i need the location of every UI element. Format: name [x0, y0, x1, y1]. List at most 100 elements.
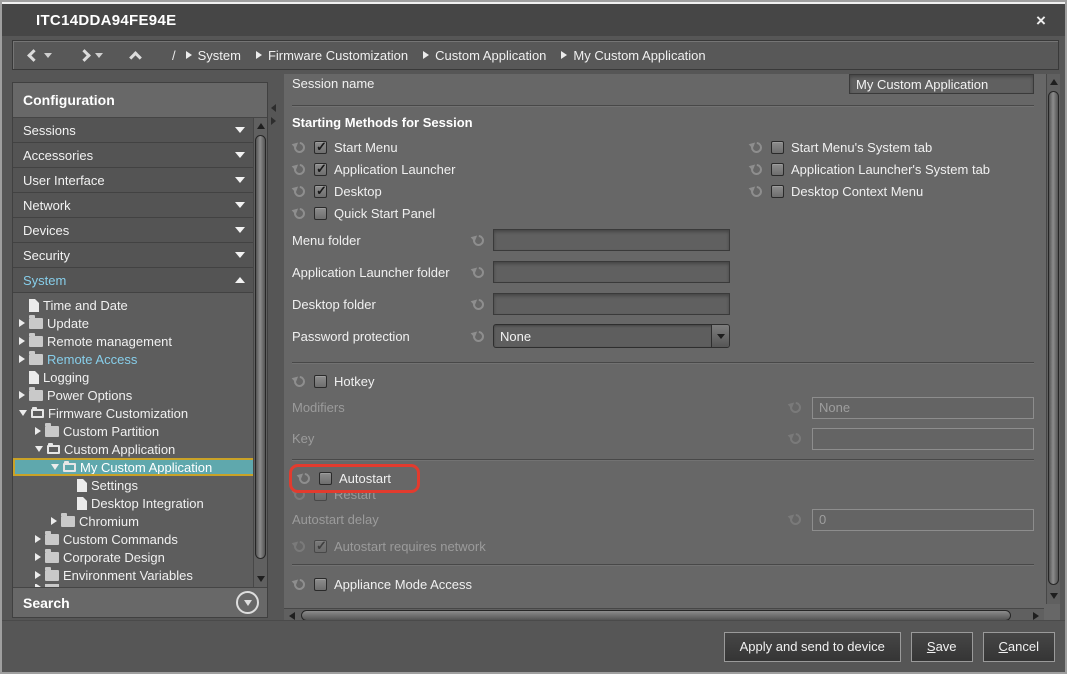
tree-item-remote-access[interactable]: Remote Access [13, 350, 267, 368]
scroll-up-icon[interactable] [1047, 75, 1061, 89]
cancel-button[interactable]: Cancel [983, 632, 1055, 662]
reset-to-default-icon[interactable] [292, 162, 307, 177]
collapse-left-icon[interactable] [271, 104, 276, 112]
field-password-protection: Password protection None [292, 320, 1034, 352]
expander-icon[interactable] [35, 535, 41, 543]
menu-folder-input[interactable] [493, 229, 730, 251]
tree-item-chromium[interactable]: Chromium [13, 512, 267, 530]
reset-to-default-icon[interactable] [292, 206, 307, 221]
up-button[interactable] [131, 49, 140, 62]
close-icon[interactable]: × [1031, 11, 1051, 31]
hotkey-checkbox[interactable] [314, 375, 327, 388]
tree-item-logging[interactable]: Logging [13, 368, 267, 386]
chevron-down-icon[interactable] [711, 325, 729, 347]
application-launcher-s-system-tab-checkbox[interactable] [771, 163, 784, 176]
sidebar-section-security[interactable]: Security [13, 243, 267, 268]
forward-button[interactable] [80, 51, 89, 60]
back-button[interactable] [25, 51, 38, 60]
scrollbar-thumb[interactable] [1048, 91, 1059, 585]
tree-item-my-custom-application[interactable]: My Custom Application [13, 458, 267, 476]
tree-item-environment-variables[interactable]: Environment Variables [13, 566, 267, 584]
collapse-icon[interactable] [51, 464, 59, 470]
start-menu-s-system-tab-checkbox[interactable] [771, 141, 784, 154]
tree-item-power-options[interactable]: Power Options [13, 386, 267, 404]
breadcrumb-item-system[interactable]: System [186, 48, 241, 63]
search-expand-button[interactable] [236, 591, 259, 614]
expand-right-icon[interactable] [271, 117, 276, 125]
autostart-checkbox[interactable] [319, 472, 332, 485]
reset-to-default-icon[interactable] [292, 539, 307, 554]
breadcrumb-root[interactable]: / [172, 48, 176, 63]
scrollbar-thumb[interactable] [255, 135, 266, 559]
reset-to-default-icon[interactable] [788, 512, 803, 527]
sidebar-section-sessions[interactable]: Sessions [13, 118, 267, 143]
expander-icon[interactable] [19, 319, 25, 327]
reset-to-default-icon[interactable] [292, 374, 307, 389]
save-button[interactable]: Save [911, 632, 973, 662]
tree-item-firmware-customization[interactable]: Firmware Customization [13, 404, 267, 422]
scroll-up-icon[interactable] [254, 119, 267, 133]
reset-to-default-icon[interactable] [749, 162, 764, 177]
forward-history-dropdown[interactable] [95, 53, 103, 58]
sidebar-scrollbar[interactable] [253, 118, 267, 587]
tree-item-custom-application[interactable]: Custom Application [13, 440, 267, 458]
application-launcher-folder-input[interactable] [493, 261, 730, 283]
breadcrumb-item-custom-application[interactable]: Custom Application [423, 48, 546, 63]
desktop-checkbox[interactable] [314, 185, 327, 198]
scroll-down-icon[interactable] [1047, 589, 1061, 603]
scroll-down-icon[interactable] [254, 572, 267, 586]
reset-to-default-icon[interactable] [471, 233, 486, 248]
separator [292, 362, 1034, 363]
reset-to-default-icon[interactable] [471, 329, 486, 344]
reset-to-default-icon[interactable] [788, 400, 803, 415]
sidebar-splitter[interactable] [271, 104, 276, 125]
reset-to-default-icon[interactable] [292, 184, 307, 199]
back-history-dropdown[interactable] [44, 53, 52, 58]
reset-to-default-icon[interactable] [749, 184, 764, 199]
collapse-icon[interactable] [35, 446, 43, 452]
expander-icon[interactable] [19, 355, 25, 363]
tree-item-time-and-date[interactable]: Time and Date [13, 296, 267, 314]
application-launcher-checkbox[interactable] [314, 163, 327, 176]
expander-icon[interactable] [19, 337, 25, 345]
tree-item-desktop-integration[interactable]: Desktop Integration [13, 494, 267, 512]
sidebar-section-devices[interactable]: Devices [13, 218, 267, 243]
collapse-icon[interactable] [19, 410, 27, 416]
panel-vertical-scrollbar[interactable] [1046, 74, 1060, 604]
tree-item-remote-management[interactable]: Remote management [13, 332, 267, 350]
sidebar-section-accessories[interactable]: Accessories [13, 143, 267, 168]
expander-icon[interactable] [35, 571, 41, 579]
tree-item-custom-partition[interactable]: Custom Partition [13, 422, 267, 440]
session-name-input[interactable] [849, 74, 1034, 94]
reset-to-default-icon[interactable] [292, 140, 307, 155]
reset-to-default-icon[interactable] [471, 265, 486, 280]
apply-and-send-to-device-button[interactable]: Apply and send to device [724, 632, 901, 662]
tree-item-settings[interactable]: Settings [13, 476, 267, 494]
expander-icon[interactable] [35, 427, 41, 435]
tree-item-update[interactable]: Update [13, 314, 267, 332]
sidebar-section-network[interactable]: Network [13, 193, 267, 218]
expander-icon[interactable] [35, 553, 41, 561]
desktop-context-menu-checkbox[interactable] [771, 185, 784, 198]
password-protection-select[interactable]: None [493, 324, 730, 348]
expander-icon[interactable] [51, 517, 57, 525]
appliance-mode-access-checkbox[interactable] [314, 578, 327, 591]
sidebar-section-user-interface[interactable]: User Interface [13, 168, 267, 193]
start-menu-checkbox[interactable] [314, 141, 327, 154]
breadcrumb: System Firmware Customization Custom Appli… [186, 47, 721, 63]
reset-to-default-icon[interactable] [788, 431, 803, 446]
folder-icon [45, 552, 59, 563]
quick-start-panel-checkbox[interactable] [314, 207, 327, 220]
breadcrumb-item-my-custom-application[interactable]: My Custom Application [561, 48, 705, 63]
window-titlebar[interactable]: ITC14DDA94FE94E × [2, 2, 1065, 36]
reset-to-default-icon[interactable] [749, 140, 764, 155]
reset-to-default-icon[interactable] [297, 471, 312, 486]
reset-to-default-icon[interactable] [292, 577, 307, 592]
sidebar-section-system[interactable]: System [13, 268, 267, 293]
tree-item-corporate-design[interactable]: Corporate Design [13, 548, 267, 566]
breadcrumb-item-firmware-customization[interactable]: Firmware Customization [256, 48, 408, 63]
reset-to-default-icon[interactable] [471, 297, 486, 312]
desktop-folder-input[interactable] [493, 293, 730, 315]
tree-item-custom-commands[interactable]: Custom Commands [13, 530, 267, 548]
expander-icon[interactable] [19, 391, 25, 399]
